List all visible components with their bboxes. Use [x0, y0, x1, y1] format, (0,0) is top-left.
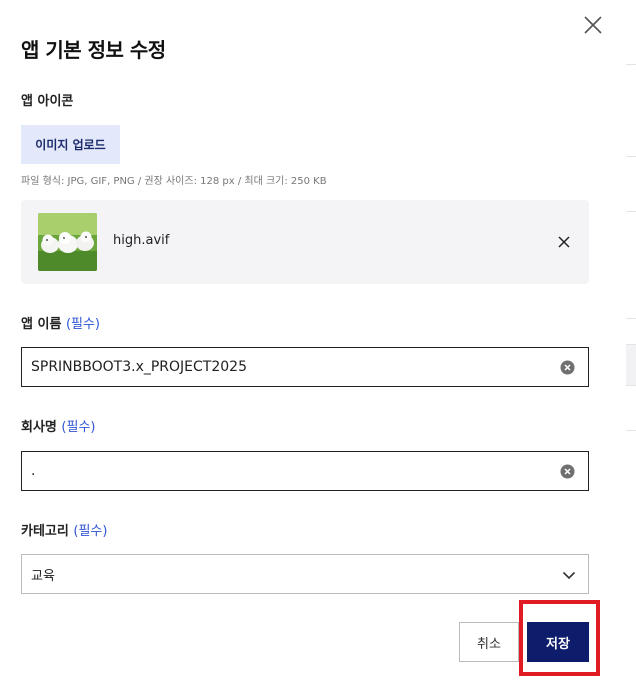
upload-image-button[interactable]: 이미지 업로드 [21, 125, 120, 164]
app-icon-label: 앱 아이콘 [21, 90, 73, 109]
save-button-highlight [519, 600, 600, 676]
company-field-wrapper [21, 451, 589, 491]
required-mark: (필수) [65, 317, 101, 332]
clear-circle-icon[interactable] [560, 360, 575, 375]
cancel-button[interactable]: 취소 [459, 622, 519, 662]
background-divider [626, 318, 636, 319]
background-row [626, 344, 636, 386]
uploaded-file-card: high.avif [21, 200, 589, 284]
page: 앱 기본 정보 수정 앱 아이콘 이미지 업로드 파일 형식: JPG, GIF… [0, 0, 636, 690]
app-name-label: 앱 이름 (필수) [21, 313, 100, 332]
category-label-text: 카테고리 [21, 524, 69, 539]
chevron-down-icon[interactable] [562, 567, 576, 581]
category-selected-value: 교육 [31, 568, 55, 584]
app-icon-label-text: 앱 아이콘 [21, 94, 74, 109]
clear-circle-icon[interactable] [560, 464, 575, 479]
remove-file-icon[interactable] [557, 234, 571, 248]
close-icon[interactable] [582, 14, 604, 36]
edit-app-info-modal: 앱 기본 정보 수정 앱 아이콘 이미지 업로드 파일 형식: JPG, GIF… [0, 0, 612, 690]
upload-hint: 파일 형식: JPG, GIF, PNG / 권장 사이즈: 128 px / … [21, 176, 327, 187]
app-name-label-text: 앱 이름 [21, 317, 62, 332]
company-label-text: 회사명 [21, 420, 57, 435]
background-divider [626, 64, 636, 65]
required-mark: (필수) [61, 420, 96, 435]
company-input[interactable] [22, 452, 560, 490]
background-divider [626, 211, 636, 212]
background-divider [626, 430, 636, 431]
puppies-thumbnail-icon [38, 213, 97, 271]
category-label: 카테고리 (필수) [21, 520, 107, 539]
required-mark: (필수) [73, 524, 108, 539]
app-name-field-wrapper [21, 347, 589, 387]
category-select[interactable]: 교육 [21, 554, 589, 594]
company-label: 회사명 (필수) [21, 416, 96, 435]
modal-title: 앱 기본 정보 수정 [21, 38, 166, 62]
background-divider [626, 156, 636, 157]
app-name-input[interactable] [22, 348, 560, 386]
file-name: high.avif [113, 233, 170, 248]
